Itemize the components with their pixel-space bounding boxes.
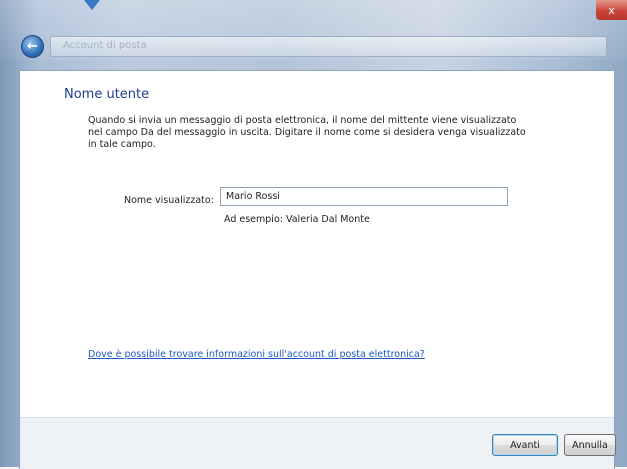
window-frame: x ← Account di posta Nome utente Quando … bbox=[0, 0, 627, 469]
cancel-button[interactable]: Annulla bbox=[564, 434, 616, 456]
next-button[interactable]: Avanti bbox=[492, 434, 558, 456]
address-bar: Account di posta bbox=[50, 36, 607, 57]
wizard-content: Nome utente Quando si invia un messaggio… bbox=[19, 70, 616, 469]
pointer-arrow-icon bbox=[84, 0, 100, 10]
address-text: Account di posta bbox=[63, 40, 147, 51]
display-name-label: Nome visualizzato: bbox=[124, 195, 214, 206]
help-link[interactable]: Dove è possibile trovare informazioni su… bbox=[88, 349, 425, 360]
display-name-field[interactable] bbox=[220, 187, 508, 206]
page-title: Nome utente bbox=[64, 87, 150, 102]
description-text: Quando si invia un messaggio di posta el… bbox=[88, 115, 526, 150]
back-button[interactable]: ← bbox=[21, 35, 44, 58]
button-bar: Avanti Annulla bbox=[20, 417, 616, 469]
example-text: Ad esempio: Valeria Dal Monte bbox=[224, 214, 370, 225]
close-button[interactable]: x bbox=[596, 0, 627, 20]
close-icon: x bbox=[608, 3, 615, 17]
back-arrow-icon: ← bbox=[27, 39, 38, 54]
